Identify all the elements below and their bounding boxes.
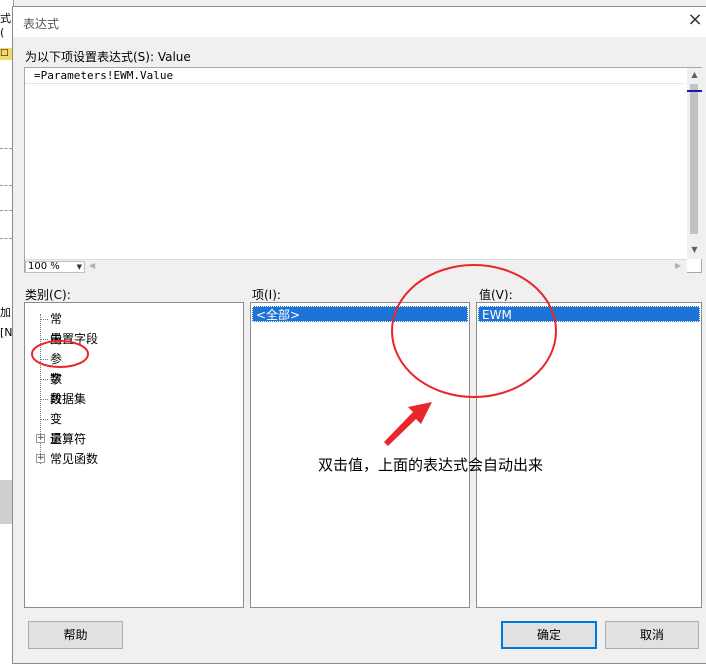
tree-branch xyxy=(40,359,48,360)
background-label: □ xyxy=(0,48,12,60)
triangle-right-icon[interactable]: ▶ xyxy=(675,261,681,270)
annotation-text: 双击值，上面的表达式会自动出来 xyxy=(318,456,544,474)
close-icon: × xyxy=(687,9,703,30)
help-button[interactable]: 帮助 xyxy=(28,621,123,649)
background-divider xyxy=(0,185,12,186)
zoom-select[interactable]: 100 % ▼ xyxy=(25,261,85,273)
category-item-label: 运算符 xyxy=(50,432,87,446)
background-divider xyxy=(0,148,12,149)
items-label: 项(I): xyxy=(252,288,281,302)
close-button[interactable]: × xyxy=(685,11,705,31)
triangle-down-icon: ▼ xyxy=(76,263,82,271)
background-label: 加 xyxy=(0,306,11,319)
expression-editor[interactable]: =Parameters!EWM.Value ▲ ▼ 100 % ▼ ◀ ▶ xyxy=(24,67,702,273)
list-item-all[interactable]: <全部> xyxy=(252,306,468,322)
category-label: 类别(C): xyxy=(25,288,71,302)
tree-branch xyxy=(40,399,48,400)
background-divider xyxy=(0,210,12,211)
category-item-label: 常见函数 xyxy=(50,452,99,466)
background-divider xyxy=(0,238,12,239)
plus-box-icon[interactable]: + xyxy=(36,454,45,463)
scrollbar-thumb[interactable] xyxy=(690,84,698,234)
triangle-up-icon[interactable]: ▲ xyxy=(687,70,702,79)
tree-branch xyxy=(40,319,48,320)
expression-dialog: 表达式 × 为以下项设置表达式(S): Value =Parameters!EW… xyxy=(12,6,706,664)
list-item-label: <全部> xyxy=(256,308,301,322)
category-item-label: 内置字段 xyxy=(50,332,99,346)
dialog-title: 表达式 xyxy=(23,17,60,31)
tree-branch xyxy=(40,419,48,420)
background-label: [N xyxy=(0,326,13,339)
vertical-scrollbar[interactable]: ▲ ▼ xyxy=(687,68,702,259)
expression-text: =Parameters!EWM.Value xyxy=(34,69,174,82)
list-item-value[interactable]: EWM xyxy=(478,306,700,322)
cancel-button[interactable]: 取消 xyxy=(605,621,699,649)
ok-button[interactable]: 确定 xyxy=(501,621,597,649)
category-tree[interactable]: 常量 内置字段 参数 字段 数据集 变量 + 运算符 + 常见函数 xyxy=(24,302,244,608)
zoom-value: 100 % xyxy=(28,261,60,272)
triangle-left-icon[interactable]: ◀ xyxy=(89,261,95,270)
list-item-label: EWM xyxy=(482,308,512,322)
triangle-down-icon[interactable]: ▼ xyxy=(687,245,702,254)
tree-branch xyxy=(40,379,48,380)
values-label: 值(V): xyxy=(479,288,513,302)
expression-label: 为以下项设置表达式(S): Value xyxy=(25,50,191,64)
horizontal-scrollbar[interactable]: 100 % ▼ ◀ ▶ xyxy=(25,259,687,273)
expression-current-line: =Parameters!EWM.Value xyxy=(25,68,683,84)
tree-branch xyxy=(40,339,48,340)
plus-box-icon[interactable]: + xyxy=(36,434,45,443)
title-bar: 表达式 × xyxy=(13,7,706,37)
scroll-position-marker xyxy=(687,90,702,92)
category-item-label: 数据集 xyxy=(50,392,87,406)
